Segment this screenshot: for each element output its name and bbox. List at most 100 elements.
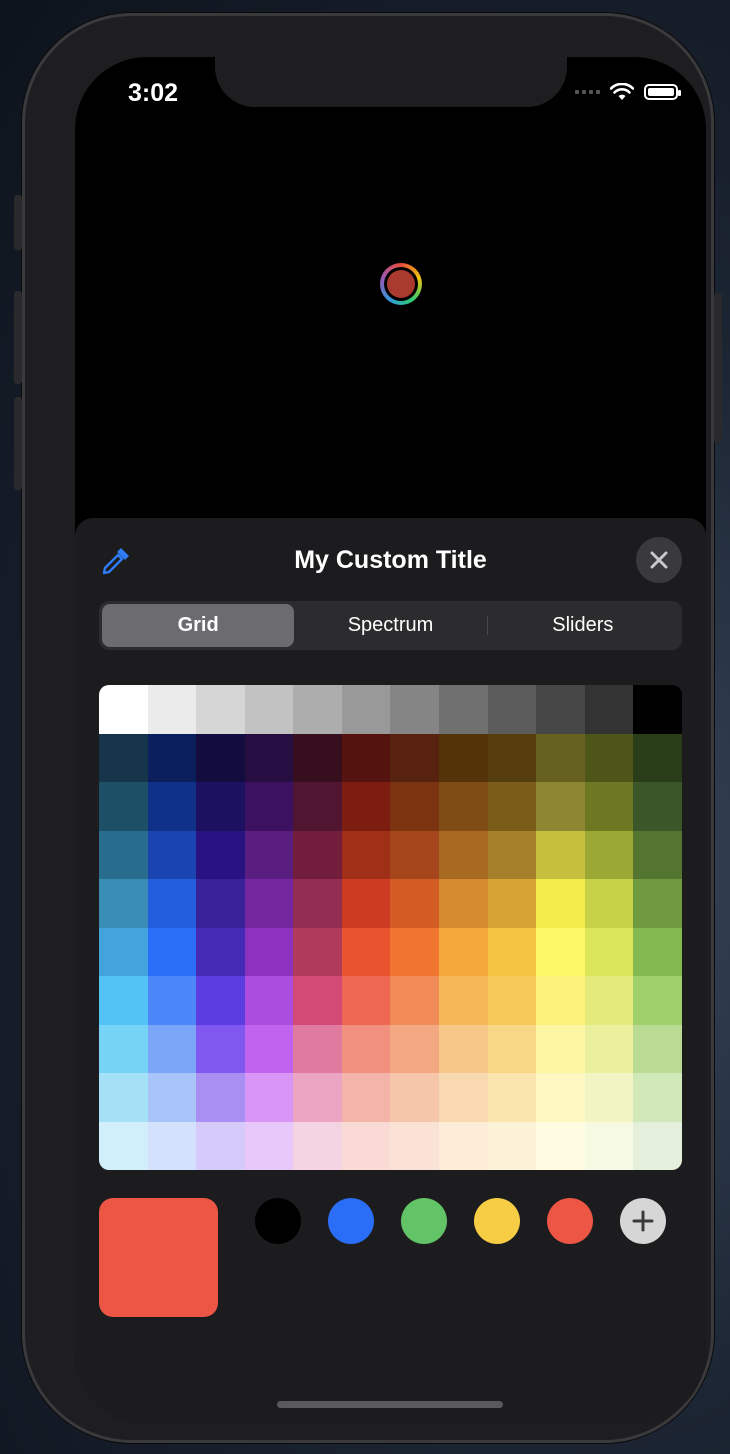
grid-color-cell[interactable] [341,879,391,928]
grid-color-cell[interactable] [147,1024,197,1073]
grid-color-cell[interactable] [487,733,537,782]
swatch-yellow[interactable] [474,1198,520,1244]
grid-color-cell[interactable] [244,830,294,879]
grid-color-cell[interactable] [244,1073,294,1122]
grid-color-cell[interactable] [293,733,342,782]
grid-color-cell[interactable] [487,1073,537,1122]
grid-color-cell[interactable] [633,1024,682,1073]
grid-color-cell[interactable] [99,1121,148,1170]
grid-color-cell[interactable] [439,1024,488,1073]
grid-color-cell[interactable] [487,1024,537,1073]
grid-color-cell[interactable] [536,1121,585,1170]
grid-color-cell[interactable] [244,927,294,976]
grid-color-cell[interactable] [633,830,682,879]
swatch-black[interactable] [255,1198,301,1244]
grid-color-cell[interactable] [341,830,391,879]
tab-sliders[interactable]: Sliders [486,604,679,647]
grid-color-cell[interactable] [584,782,634,831]
grid-color-cell[interactable] [341,1024,391,1073]
grid-color-cell[interactable] [99,782,148,831]
grid-color-cell[interactable] [147,782,197,831]
swatch-blue[interactable] [328,1198,374,1244]
grid-color-cell[interactable] [390,685,440,734]
grid-color-cell[interactable] [341,927,391,976]
grid-color-cell[interactable] [341,685,391,734]
grid-color-cell[interactable] [536,1073,585,1122]
grid-color-cell[interactable] [147,1121,197,1170]
grid-color-cell[interactable] [99,830,148,879]
grid-color-cell[interactable] [633,685,682,734]
grid-color-cell[interactable] [99,1024,148,1073]
grid-color-cell[interactable] [147,927,197,976]
color-well-button[interactable] [380,263,422,305]
grid-color-cell[interactable] [147,733,197,782]
grid-color-cell[interactable] [341,733,391,782]
grid-color-cell[interactable] [487,782,537,831]
grid-color-cell[interactable] [293,927,342,976]
grid-color-cell[interactable] [633,1073,682,1122]
grid-color-cell[interactable] [293,830,342,879]
grid-color-cell[interactable] [99,1073,148,1122]
grid-color-cell[interactable] [244,1121,294,1170]
grid-color-cell[interactable] [244,782,294,831]
grid-color-cell[interactable] [341,782,391,831]
grid-color-cell[interactable] [244,733,294,782]
grid-color-cell[interactable] [293,1024,342,1073]
grid-color-cell[interactable] [99,976,148,1025]
grid-color-cell[interactable] [633,733,682,782]
add-swatch-button[interactable] [620,1198,666,1244]
grid-color-cell[interactable] [147,1073,197,1122]
grid-color-cell[interactable] [633,782,682,831]
grid-color-cell[interactable] [390,1024,440,1073]
grid-color-cell[interactable] [244,976,294,1025]
grid-color-cell[interactable] [439,830,488,879]
grid-color-cell[interactable] [439,1121,488,1170]
grid-color-cell[interactable] [439,927,488,976]
grid-color-cell[interactable] [487,830,537,879]
grid-color-cell[interactable] [487,1121,537,1170]
close-button[interactable] [636,537,682,583]
tab-spectrum[interactable]: Spectrum [294,604,486,647]
grid-color-cell[interactable] [147,976,197,1025]
grid-color-cell[interactable] [341,1073,391,1122]
grid-color-cell[interactable] [196,685,245,734]
grid-color-cell[interactable] [147,879,197,928]
grid-color-cell[interactable] [293,1121,342,1170]
grid-color-cell[interactable] [293,1073,342,1122]
grid-color-cell[interactable] [196,927,245,976]
swatch-green[interactable] [401,1198,447,1244]
grid-color-cell[interactable] [196,1024,245,1073]
grid-color-cell[interactable] [633,1121,682,1170]
grid-color-cell[interactable] [244,685,294,734]
grid-color-cell[interactable] [99,685,148,734]
grid-color-cell[interactable] [293,976,342,1025]
grid-color-cell[interactable] [584,1121,634,1170]
grid-color-cell[interactable] [293,879,342,928]
grid-color-cell[interactable] [99,879,148,928]
grid-color-cell[interactable] [439,733,488,782]
grid-color-cell[interactable] [439,879,488,928]
grid-color-cell[interactable] [633,976,682,1025]
grid-color-cell[interactable] [196,830,245,879]
grid-color-cell[interactable] [487,685,537,734]
grid-color-cell[interactable] [293,782,342,831]
grid-color-cell[interactable] [341,1121,391,1170]
swatch-red[interactable] [547,1198,593,1244]
grid-color-cell[interactable] [439,976,488,1025]
grid-color-cell[interactable] [390,733,440,782]
grid-color-cell[interactable] [487,927,537,976]
grid-color-cell[interactable] [196,879,245,928]
grid-color-cell[interactable] [390,976,440,1025]
grid-color-cell[interactable] [536,782,585,831]
grid-color-cell[interactable] [341,976,391,1025]
grid-color-cell[interactable] [196,782,245,831]
grid-color-cell[interactable] [584,927,634,976]
grid-color-cell[interactable] [584,1073,634,1122]
grid-color-cell[interactable] [196,1073,245,1122]
grid-color-cell[interactable] [633,879,682,928]
grid-color-cell[interactable] [536,976,585,1025]
grid-color-cell[interactable] [536,879,585,928]
grid-color-cell[interactable] [244,879,294,928]
grid-color-cell[interactable] [99,733,148,782]
grid-color-cell[interactable] [244,1024,294,1073]
